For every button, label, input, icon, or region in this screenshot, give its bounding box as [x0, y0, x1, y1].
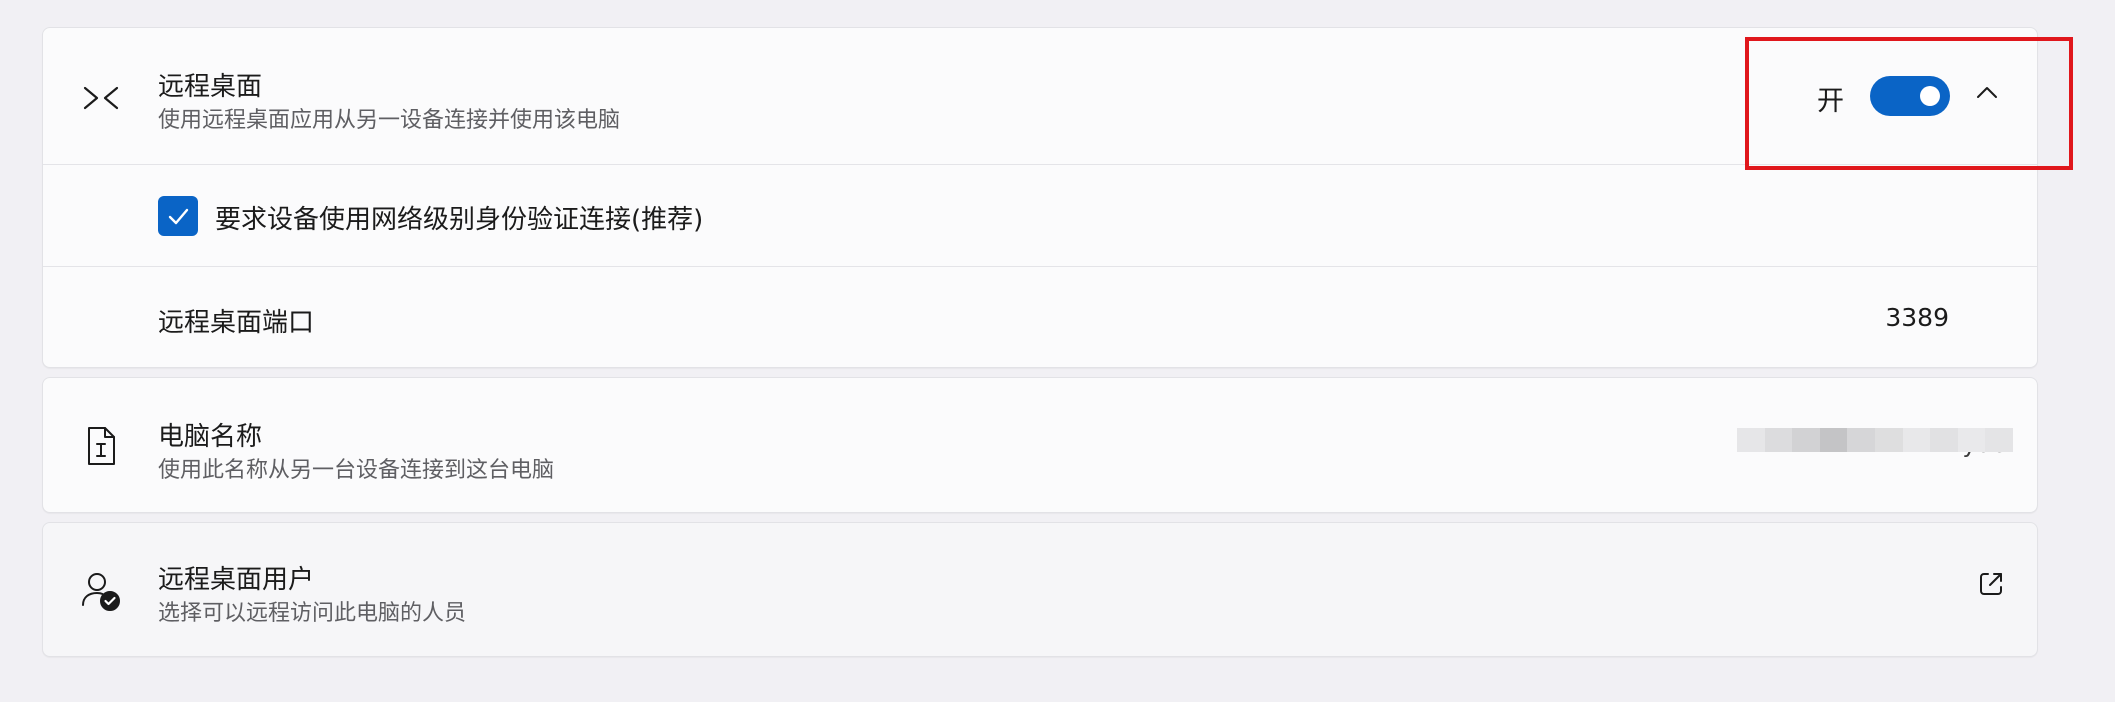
pc-name-card: 电脑名称 使用此名称从另一台设备连接到这台电脑 ydc — [42, 377, 2038, 513]
open-external-button[interactable] — [1975, 568, 2007, 600]
open-external-icon — [1980, 573, 2002, 595]
check-icon — [168, 208, 189, 225]
port-value: 3389 — [1885, 303, 1949, 332]
remote-desktop-header-row[interactable]: 远程桌面 使用远程桌面应用从另一设备连接并使用该电脑 开 — [43, 28, 2037, 164]
remote-desktop-subtitle: 使用远程桌面应用从另一设备连接并使用该电脑 — [158, 108, 621, 133]
nla-checkbox[interactable] — [158, 196, 198, 236]
remote-desktop-card: 远程桌面 使用远程桌面应用从另一设备连接并使用该电脑 开 要求设备使用网络级别身… — [42, 27, 2038, 368]
pc-name-document-icon — [77, 422, 125, 470]
remote-desktop-toggle[interactable] — [1870, 76, 1950, 116]
user-check-icon — [77, 567, 125, 615]
remote-users-subtitle: 选择可以远程访问此电脑的人员 — [158, 601, 467, 626]
toggle-knob — [1920, 86, 1940, 106]
pc-name-subtitle: 使用此名称从另一台设备连接到这台电脑 — [158, 458, 555, 483]
divider — [43, 266, 2037, 267]
remote-desktop-title: 远程桌面 — [158, 72, 263, 102]
chevron-up-icon — [1977, 87, 1997, 98]
divider — [43, 164, 2037, 165]
toggle-state-label: 开 — [1817, 86, 1844, 117]
pc-name-title: 电脑名称 — [158, 422, 263, 452]
remote-users-title: 远程桌面用户 — [158, 565, 315, 595]
port-label: 远程桌面端口 — [158, 308, 315, 338]
nla-checkbox-label[interactable]: 要求设备使用网络级别身份验证连接(推荐) — [215, 199, 703, 236]
remote-users-card[interactable]: 远程桌面用户 选择可以远程访问此电脑的人员 — [42, 522, 2038, 657]
remote-desktop-icon — [77, 74, 125, 122]
pc-name-redacted — [1737, 428, 2013, 452]
collapse-button[interactable] — [1967, 72, 2007, 112]
